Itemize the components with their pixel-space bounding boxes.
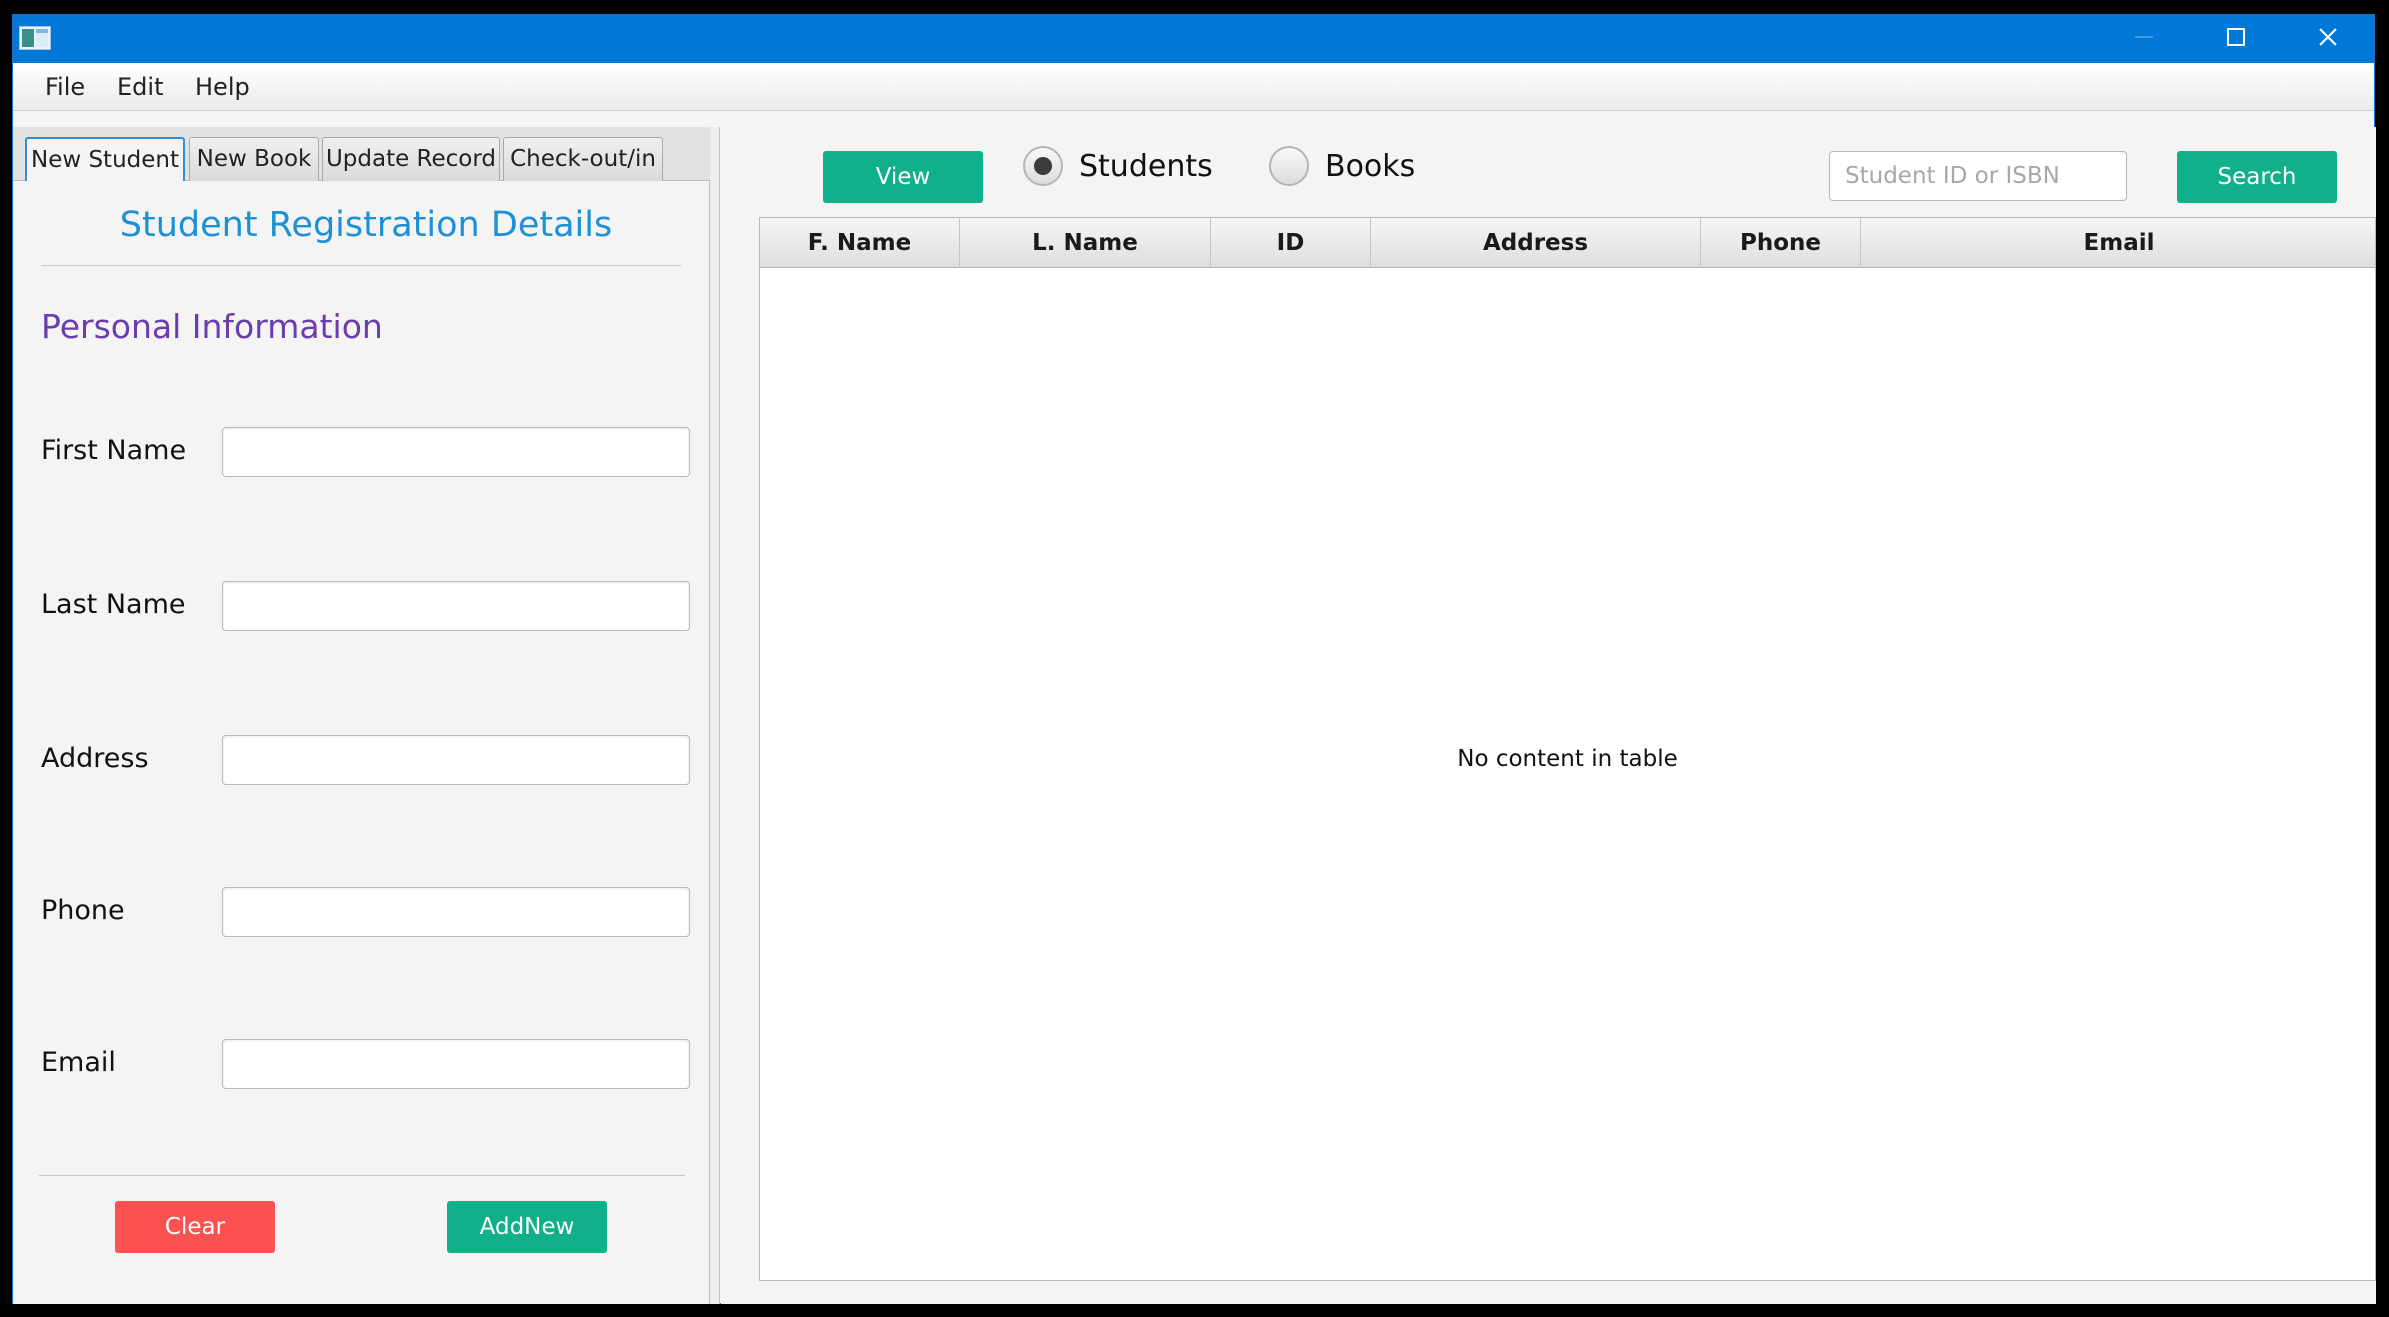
last-name-label: Last Name bbox=[41, 589, 186, 620]
search-input[interactable] bbox=[1829, 151, 2127, 201]
radio-books-label: Books bbox=[1325, 148, 1416, 184]
phone-field[interactable] bbox=[222, 887, 690, 937]
menu-bar: File Edit Help bbox=[13, 63, 2374, 111]
radio-books-circle[interactable] bbox=[1269, 146, 1309, 186]
first-name-label: First Name bbox=[41, 435, 187, 466]
section-title: Personal Information bbox=[41, 307, 383, 346]
left-pane: New Student New Book Update Record Check… bbox=[13, 127, 710, 1304]
close-icon bbox=[2317, 26, 2339, 52]
search-button[interactable]: Search bbox=[2177, 151, 2337, 203]
phone-label: Phone bbox=[41, 895, 125, 926]
radio-students-circle[interactable] bbox=[1023, 146, 1063, 186]
email-field[interactable] bbox=[222, 1039, 690, 1089]
radio-selected-dot bbox=[1034, 157, 1052, 175]
first-name-field[interactable] bbox=[222, 427, 690, 477]
close-button[interactable] bbox=[2282, 15, 2374, 63]
minimize-button[interactable] bbox=[2098, 15, 2190, 63]
menu-edit[interactable]: Edit bbox=[117, 63, 163, 111]
window-app-icon bbox=[19, 26, 51, 50]
radio-books[interactable]: Books bbox=[1269, 145, 1415, 187]
menu-help[interactable]: Help bbox=[195, 63, 250, 111]
records-table: F. Name L. Name ID Address Phone Email N… bbox=[759, 217, 2376, 1281]
last-name-field[interactable] bbox=[222, 581, 690, 631]
table-placeholder: No content in table bbox=[1457, 746, 1678, 772]
maximize-icon bbox=[2225, 26, 2247, 52]
address-field[interactable] bbox=[222, 735, 690, 785]
tab-new-student[interactable]: New Student bbox=[25, 137, 185, 181]
title-bar[interactable] bbox=[13, 15, 2374, 63]
clear-button[interactable]: Clear bbox=[115, 1201, 275, 1253]
tab-update-record[interactable]: Update Record bbox=[322, 137, 500, 181]
column-header-phone[interactable]: Phone bbox=[1701, 218, 1861, 268]
form-title: Student Registration Details bbox=[119, 205, 613, 245]
column-header-first-name[interactable]: F. Name bbox=[760, 218, 960, 268]
add-new-button[interactable]: AddNew bbox=[447, 1201, 607, 1253]
view-button[interactable]: View bbox=[823, 151, 983, 203]
column-header-email[interactable]: Email bbox=[1861, 218, 2377, 268]
radio-students[interactable]: Students bbox=[1023, 145, 1213, 187]
tab-strip: New Student New Book Update Record Check… bbox=[13, 127, 710, 181]
column-header-id[interactable]: ID bbox=[1211, 218, 1371, 268]
tab-check-out-in[interactable]: Check-out/in bbox=[503, 137, 663, 181]
form-footer-divider bbox=[39, 1175, 685, 1176]
table-header: F. Name L. Name ID Address Phone Email bbox=[760, 218, 2375, 268]
app-window: File Edit Help New Student New Book Upda… bbox=[12, 14, 2376, 1304]
split-pane-divider[interactable] bbox=[710, 127, 720, 1304]
radio-students-label: Students bbox=[1079, 148, 1213, 184]
column-header-last-name[interactable]: L. Name bbox=[960, 218, 1211, 268]
column-header-address[interactable]: Address bbox=[1371, 218, 1701, 268]
tab-new-book[interactable]: New Book bbox=[189, 137, 319, 181]
minimize-icon bbox=[2133, 26, 2155, 52]
menu-file[interactable]: File bbox=[45, 63, 85, 111]
email-label: Email bbox=[41, 1047, 116, 1078]
address-label: Address bbox=[41, 743, 149, 774]
maximize-button[interactable] bbox=[2190, 15, 2282, 63]
title-divider bbox=[41, 265, 681, 266]
right-pane: View Students Books Search F. Name L. Na… bbox=[721, 127, 2376, 1304]
